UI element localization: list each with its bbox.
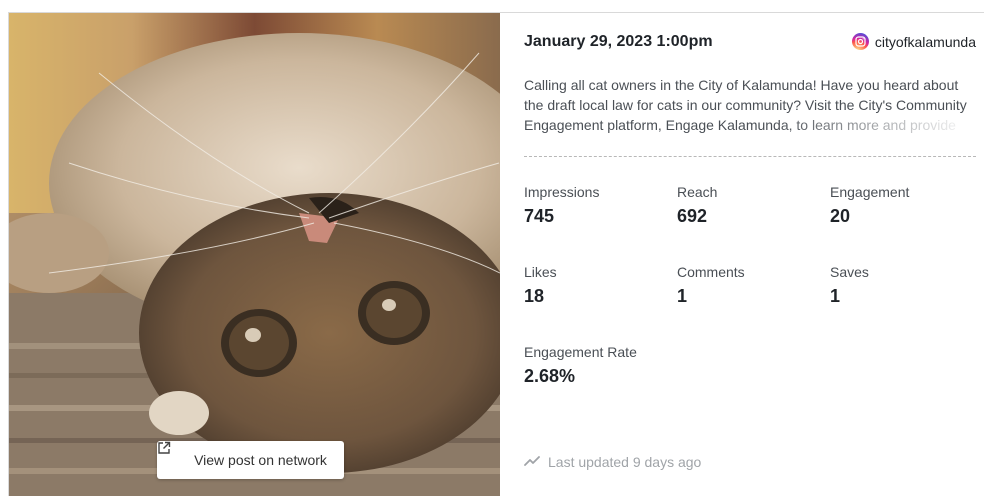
divider: [524, 156, 976, 157]
metric-label: Reach: [677, 184, 718, 200]
metric-value: 692: [677, 206, 708, 226]
caption-fade: [524, 117, 976, 137]
post-details: January 29, 2023 1:00pm cityofkalamunda …: [524, 13, 976, 496]
metric-saves: Saves 1: [830, 264, 980, 307]
view-post-on-network-button[interactable]: View post on network: [157, 441, 344, 479]
trend-line-icon: [524, 454, 540, 470]
account-handle-label: cityofkalamunda: [874, 33, 976, 50]
account-handle[interactable]: cityofkalamunda: [851, 33, 976, 50]
last-updated-label: Last updated 9 days ago: [548, 454, 702, 470]
metric-label: Engagement Rate: [524, 344, 637, 360]
metric-comments: Comments 1: [677, 264, 827, 307]
metric-label: Likes: [524, 264, 557, 280]
post-image: View post on network: [9, 13, 500, 496]
post-date: January 29, 2023 1:00pm: [524, 33, 713, 50]
metric-value: 1: [830, 286, 841, 306]
metric-value: 1: [677, 286, 688, 306]
metric-label: Engagement: [830, 184, 910, 200]
metric-impressions: Impressions 745: [524, 184, 674, 227]
metric-likes: Likes 18: [524, 264, 674, 307]
metric-value: 2.68%: [524, 366, 576, 386]
post-card: View post on network January 29, 2023 1:…: [8, 12, 984, 496]
instagram-icon: [851, 33, 869, 50]
metric-value: 20: [830, 206, 851, 226]
metric-label: Impressions: [524, 184, 600, 200]
metric-engagement: Engagement 20: [830, 184, 980, 227]
cat-photo-illustration: [9, 13, 500, 496]
external-link-icon: [158, 441, 188, 467]
metric-reach: Reach 692: [677, 184, 827, 227]
metric-value: 745: [524, 206, 555, 226]
metric-label: Saves: [830, 264, 869, 280]
metric-value: 18: [524, 286, 545, 306]
metric-engagement-rate: Engagement Rate 2.68%: [524, 344, 724, 387]
last-updated: Last updated 9 days ago: [524, 454, 701, 470]
metric-label: Comments: [677, 264, 745, 280]
view-post-label: View post on network: [194, 452, 327, 468]
